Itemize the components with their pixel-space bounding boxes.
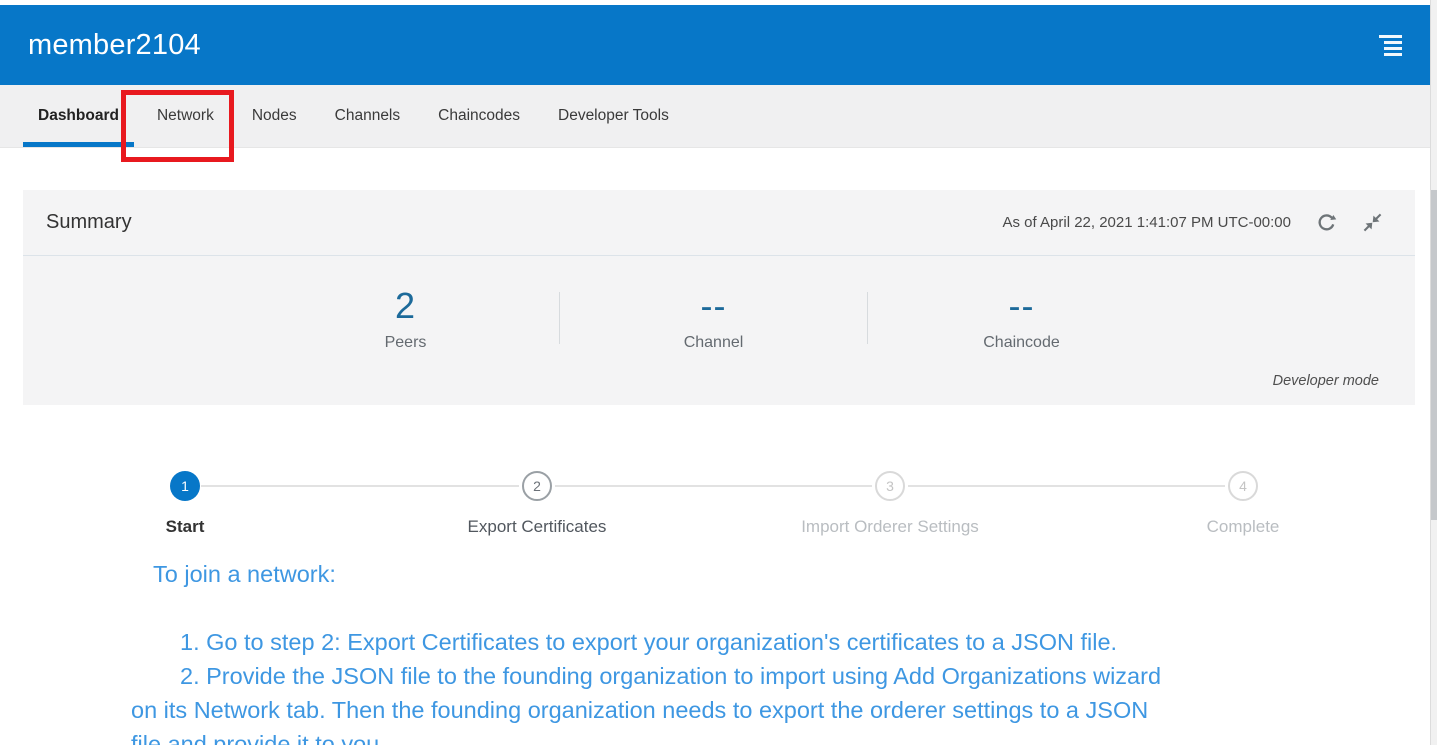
step-label-export-certificates[interactable]: Export Certificates — [377, 517, 697, 537]
tab-bar: Dashboard Network Nodes Channels Chainco… — [0, 85, 1430, 148]
step-label-start[interactable]: Start — [25, 517, 345, 537]
tab-developer-tools[interactable]: Developer Tools — [543, 85, 684, 147]
stepper-connector — [555, 485, 872, 487]
step-label-complete: Complete — [1083, 517, 1403, 537]
stat-label: Channel — [560, 334, 867, 352]
stat-label: Peers — [252, 334, 559, 352]
collapse-icon[interactable] — [1361, 212, 1383, 234]
stepper-connector — [908, 485, 1225, 487]
stat-label: Chaincode — [868, 334, 1175, 352]
wizard-instructions: 1. Go to step 2: Export Certificates to … — [131, 625, 1180, 745]
stat-value: -- — [868, 286, 1175, 326]
step-circle-import-orderer-settings: 3 — [875, 471, 905, 501]
menu-icon[interactable] — [1378, 35, 1402, 57]
wizard-body: To join a network: 1. Go to step 2: Expo… — [0, 557, 1180, 745]
stepper-connector — [201, 485, 519, 487]
stat-channel: -- Channel — [560, 286, 867, 352]
instruction-step-2: 2. Provide the JSON file to the founding… — [131, 659, 1180, 745]
menu-icon-bar — [1384, 53, 1402, 56]
tab-chaincodes[interactable]: Chaincodes — [423, 85, 535, 147]
summary-title: Summary — [46, 211, 132, 234]
summary-stats: 2 Peers -- Channel -- Chaincode — [252, 256, 1176, 352]
tab-dashboard[interactable]: Dashboard — [23, 85, 134, 147]
stat-value: 2 — [252, 286, 559, 326]
step-label-import-orderer-settings: Import Orderer Settings — [730, 517, 1050, 537]
developer-mode-note: Developer mode — [1273, 373, 1379, 389]
tab-network[interactable]: Network — [142, 85, 229, 147]
tab-nodes[interactable]: Nodes — [237, 85, 312, 147]
summary-timestamp: As of April 22, 2021 1:41:07 PM UTC-00:0… — [1003, 214, 1292, 231]
menu-icon-bar — [1384, 41, 1402, 44]
menu-icon-bar — [1384, 47, 1402, 50]
stat-chaincode: -- Chaincode — [868, 286, 1175, 352]
step-circle-export-certificates[interactable]: 2 — [522, 471, 552, 501]
stat-peers: 2 Peers — [252, 286, 559, 352]
app-title: member2104 — [28, 29, 201, 62]
summary-header: Summary As of April 22, 2021 1:41:07 PM … — [23, 190, 1415, 256]
scrollbar-thumb[interactable] — [1431, 190, 1437, 520]
scrollbar[interactable] — [1430, 0, 1437, 745]
step-circle-start[interactable]: 1 — [170, 471, 200, 501]
step-circle-complete: 4 — [1228, 471, 1258, 501]
stat-value: -- — [560, 286, 867, 326]
menu-icon-bar — [1379, 35, 1402, 38]
wizard-intro: To join a network: — [131, 557, 1180, 591]
refresh-icon[interactable] — [1315, 212, 1337, 234]
tab-channels[interactable]: Channels — [320, 85, 416, 147]
wizard-stepper: 1 2 3 4 Start Export Certificates Import… — [0, 455, 1437, 555]
summary-panel: Summary As of April 22, 2021 1:41:07 PM … — [23, 190, 1415, 405]
app-header: member2104 — [0, 5, 1430, 85]
instruction-step-1: 1. Go to step 2: Export Certificates to … — [131, 625, 1180, 659]
